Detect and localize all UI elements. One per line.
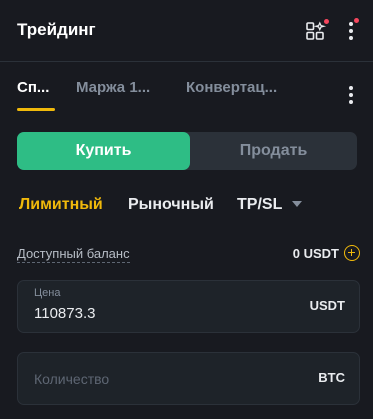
tab-margin[interactable]: Маржа 1...	[76, 79, 150, 96]
quantity-unit: BTC	[318, 370, 345, 385]
buy-button[interactable]: Купить	[17, 132, 190, 170]
app-header: Трейдинг	[0, 0, 373, 62]
add-funds-icon[interactable]	[344, 245, 360, 261]
notification-dot	[354, 18, 359, 23]
tab-spot[interactable]: Сп...	[17, 79, 49, 96]
available-balance-label[interactable]: Доступный баланс	[17, 246, 130, 263]
chevron-down-icon[interactable]	[292, 201, 302, 207]
available-balance-value: 0 USDT	[292, 246, 339, 261]
sell-button[interactable]: Продать	[190, 132, 357, 170]
page-title: Трейдинг	[17, 20, 96, 39]
buy-sell-toggle: Купить Продать	[17, 132, 357, 170]
price-value[interactable]: 110873.3	[34, 305, 95, 322]
quantity-placeholder[interactable]: Количество	[34, 371, 109, 387]
active-tab-indicator	[17, 108, 55, 111]
price-unit: USDT	[309, 298, 345, 313]
price-caption: Цена	[34, 287, 61, 299]
tabs-more-icon[interactable]	[349, 86, 353, 104]
grid-apps-icon[interactable]	[305, 19, 329, 42]
price-input[interactable]: Цена 110873.3 USDT	[17, 280, 360, 333]
order-type-tpsl[interactable]: TP/SL	[237, 196, 282, 214]
order-type-market[interactable]: Рыночный	[128, 196, 214, 214]
tab-convert[interactable]: Конвертац...	[186, 79, 277, 96]
quantity-input[interactable]: Количество BTC	[17, 352, 360, 405]
notification-dot	[324, 19, 329, 24]
order-type-limit[interactable]: Лимитный	[19, 196, 103, 214]
market-tabs: Сп... Маржа 1... Конвертац...	[0, 62, 373, 114]
more-vertical-icon[interactable]	[349, 18, 359, 40]
